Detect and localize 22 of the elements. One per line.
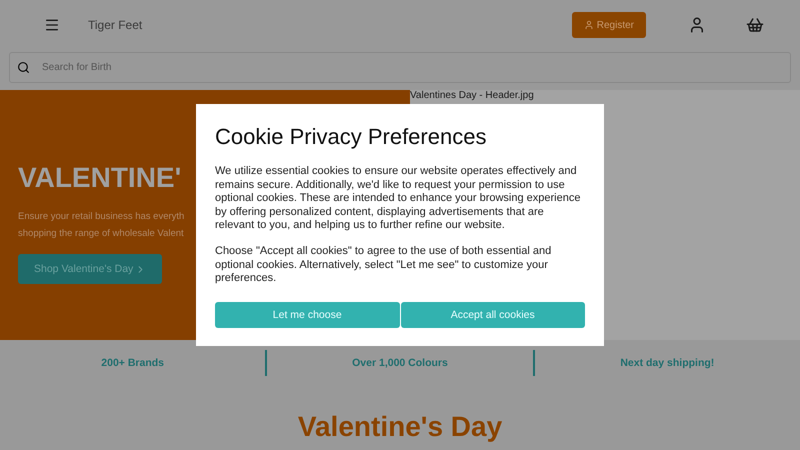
- feature-label: Next day shipping!: [619, 356, 716, 368]
- shop-button[interactable]: Shop Valentine's Day: [18, 254, 162, 284]
- dialog-title: Cookie Privacy Preferences: [215, 124, 488, 150]
- cookie-button[interactable]: Accept all cookies: [400, 302, 585, 328]
- brand-name[interactable]: Tiger Feet: [88, 18, 556, 32]
- hero-text: shopping the range of wholesale Valent: [18, 227, 185, 241]
- user-icon[interactable]: [688, 16, 706, 34]
- dialog-text: Choose "Accept all cookies" to agree to the use of both essential and optional cookies. Alternatively, select "Let me see" to customize your preferences.: [215, 244, 552, 286]
- image-alt-text: Valentines Day - Header.jpg: [410, 90, 535, 101]
- search-field[interactable]: Search for Birth: [9, 52, 791, 83]
- user-icon: [584, 20, 594, 30]
- hero-text: Ensure your retail business has everyth: [18, 210, 186, 224]
- feature-label: 200+ Brands: [100, 356, 166, 368]
- basket-icon[interactable]: [746, 16, 764, 34]
- menu-icon[interactable]: [44, 17, 60, 33]
- section-heading: Valentine's Day: [296, 411, 504, 443]
- cookie-button[interactable]: Let me choose: [215, 302, 400, 328]
- hero-heading: VALENTINE': [18, 162, 182, 194]
- dialog-text: We utilize essential cookies to ensure our website operates effectively and remains secure. Additionally, we'd like to request your permission to use optional cookies. These are intended to enhance your browsing experience by offering personalized content, displaying advertisements that are relevant to you, and helping us to further refine our website.: [215, 165, 582, 233]
- search-icon: [17, 61, 30, 74]
- feature-label: Over 1,000 Colours: [351, 356, 449, 368]
- register-button[interactable]: Register: [572, 12, 646, 38]
